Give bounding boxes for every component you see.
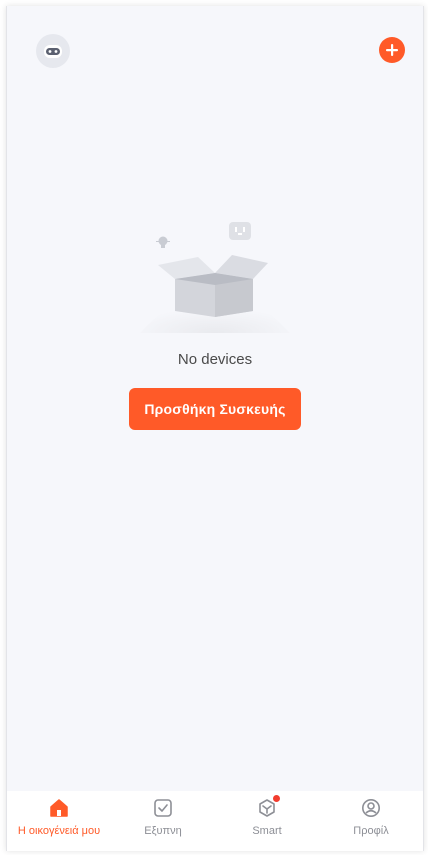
profile-icon	[360, 797, 382, 819]
nav-item-smart[interactable]: Smart	[215, 791, 319, 851]
nav-item-smart-scenes[interactable]: Εξυπνη	[111, 791, 215, 851]
top-bar	[7, 6, 423, 96]
notification-badge	[273, 795, 280, 802]
cube-icon	[256, 795, 280, 819]
home-icon	[48, 797, 70, 819]
app-screen: No devices Προσθήκη Συσκευής Η οικογένει…	[6, 6, 424, 851]
plus-circle-icon	[386, 44, 398, 56]
add-device-button[interactable]: Προσθήκη Συσκευής	[129, 388, 301, 430]
empty-box-icon	[140, 222, 290, 333]
nav-label-smart-scenes: Εξυπνη	[144, 825, 182, 837]
bottom-nav: Η οικογένειά μου Εξυπνη Smart Προφίλ	[7, 791, 423, 851]
nav-item-profile[interactable]: Προφίλ	[319, 791, 423, 851]
robot-face-icon	[44, 45, 62, 58]
nav-label-smart: Smart	[252, 825, 282, 837]
nav-label-my-home: Η οικογένειά μου	[17, 825, 101, 837]
add-button[interactable]	[379, 37, 405, 63]
nav-label-profile: Προφίλ	[353, 825, 389, 837]
checkbox-icon	[152, 797, 174, 819]
avatar[interactable]	[36, 34, 70, 68]
no-devices-message: No devices	[177, 351, 253, 368]
nav-item-my-home[interactable]: Η οικογένειά μου	[7, 791, 111, 851]
empty-state: No devices Προσθήκη Συσκευής	[7, 211, 423, 430]
